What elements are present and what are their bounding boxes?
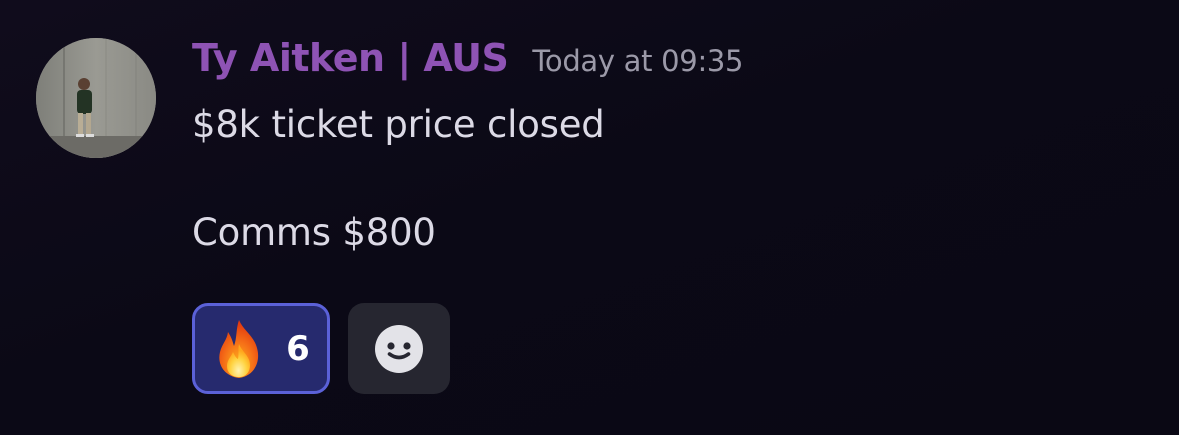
chat-message: Ty Aitken | AUS Today at 09:35 $8k ticke… xyxy=(0,0,1179,435)
avatar[interactable] xyxy=(36,38,156,158)
username[interactable]: Ty Aitken | AUS xyxy=(192,36,509,80)
message-line: $8k ticket price closed xyxy=(192,103,605,146)
message-content: $8k ticket price closed Comms $800 xyxy=(192,98,605,260)
avatar-photo xyxy=(36,38,156,158)
reactions-bar: 6 xyxy=(192,303,450,394)
reaction-fire[interactable]: 6 xyxy=(192,303,330,394)
timestamp[interactable]: Today at 09:35 xyxy=(532,44,743,78)
message-header: Ty Aitken | AUS Today at 09:35 xyxy=(192,36,744,88)
message-line: Comms $800 xyxy=(192,211,436,254)
reaction-count: 6 xyxy=(286,328,310,369)
fire-emoji xyxy=(219,319,259,378)
add-reaction-button[interactable] xyxy=(348,303,450,394)
smiley-face-icon xyxy=(375,324,423,373)
